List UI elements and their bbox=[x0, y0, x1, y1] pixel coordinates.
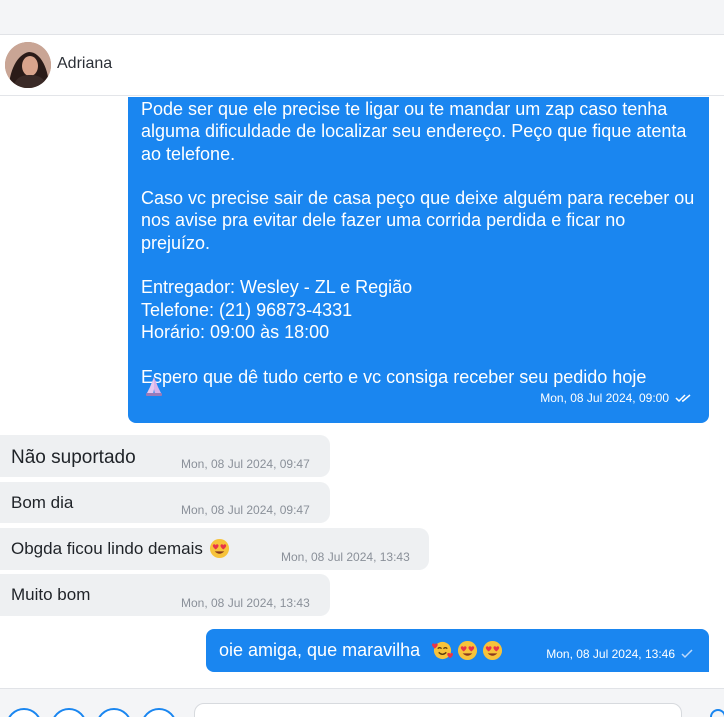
message-meta: Mon, 08 Jul 2024, 13:46 bbox=[546, 647, 693, 661]
message-text: oie amiga, que maravilha bbox=[219, 640, 421, 660]
message-meta: Mon, 08 Jul 2024, 09:00 bbox=[540, 391, 695, 405]
contact-name[interactable]: Adriana bbox=[57, 55, 112, 73]
incoming-message[interactable]: Bom dia Mon, 08 Jul 2024, 09:47 bbox=[0, 482, 330, 523]
outgoing-message[interactable]: oie amiga, que maravilha Mon, 08 Jul 202… bbox=[206, 629, 709, 672]
message-time: Mon, 08 Jul 2024, 09:47 bbox=[181, 457, 310, 471]
heart-eyes-icon bbox=[483, 640, 503, 661]
message-time: Mon, 08 Jul 2024, 09:47 bbox=[181, 503, 310, 517]
emoji-button[interactable] bbox=[141, 708, 177, 717]
message-time: Mon, 08 Jul 2024, 09:00 bbox=[540, 391, 669, 405]
incoming-message[interactable]: Não suportado Mon, 08 Jul 2024, 09:47 bbox=[0, 435, 330, 477]
template-button[interactable] bbox=[96, 708, 132, 717]
smiling-face-with-hearts-icon bbox=[432, 641, 454, 660]
double-check-icon bbox=[675, 394, 691, 403]
message-input[interactable] bbox=[194, 703, 682, 717]
message-time: Mon, 08 Jul 2024, 13:46 bbox=[546, 647, 675, 661]
media-button[interactable] bbox=[51, 708, 87, 717]
composer-bar bbox=[0, 688, 724, 717]
chat-header: Adriana bbox=[0, 35, 724, 96]
message-list[interactable]: Pode ser que ele precise te ligar ou te … bbox=[0, 97, 724, 687]
heart-eyes-icon bbox=[209, 538, 229, 559]
heart-eyes-icon bbox=[458, 640, 478, 661]
outgoing-message[interactable]: Pode ser que ele precise te ligar ou te … bbox=[128, 97, 709, 423]
single-check-icon bbox=[681, 649, 693, 659]
message-content: oie amiga, que maravilha bbox=[219, 640, 503, 661]
avatar[interactable] bbox=[5, 42, 51, 88]
message-time: Mon, 08 Jul 2024, 13:43 bbox=[281, 550, 410, 564]
message-text: Pode ser que ele precise te ligar ou te … bbox=[141, 99, 695, 387]
attach-button[interactable] bbox=[6, 708, 42, 717]
avatar-image bbox=[5, 42, 51, 88]
incoming-message[interactable]: Muito bom Mon, 08 Jul 2024, 13:43 bbox=[0, 574, 330, 616]
message-text: Obgda ficou lindo demais bbox=[11, 538, 203, 558]
folded-hands-icon bbox=[146, 377, 162, 396]
message-text: Bom dia bbox=[11, 493, 74, 512]
send-icon[interactable] bbox=[710, 709, 724, 717]
message-time: Mon, 08 Jul 2024, 13:43 bbox=[181, 596, 310, 610]
message-text: Não suportado bbox=[11, 447, 136, 468]
top-bar bbox=[0, 0, 724, 35]
incoming-message[interactable]: Obgda ficou lindo demais Mon, 08 Jul 202… bbox=[0, 528, 429, 570]
message-content: Obgda ficou lindo demais bbox=[11, 538, 230, 559]
message-text: Muito bom bbox=[11, 585, 91, 604]
